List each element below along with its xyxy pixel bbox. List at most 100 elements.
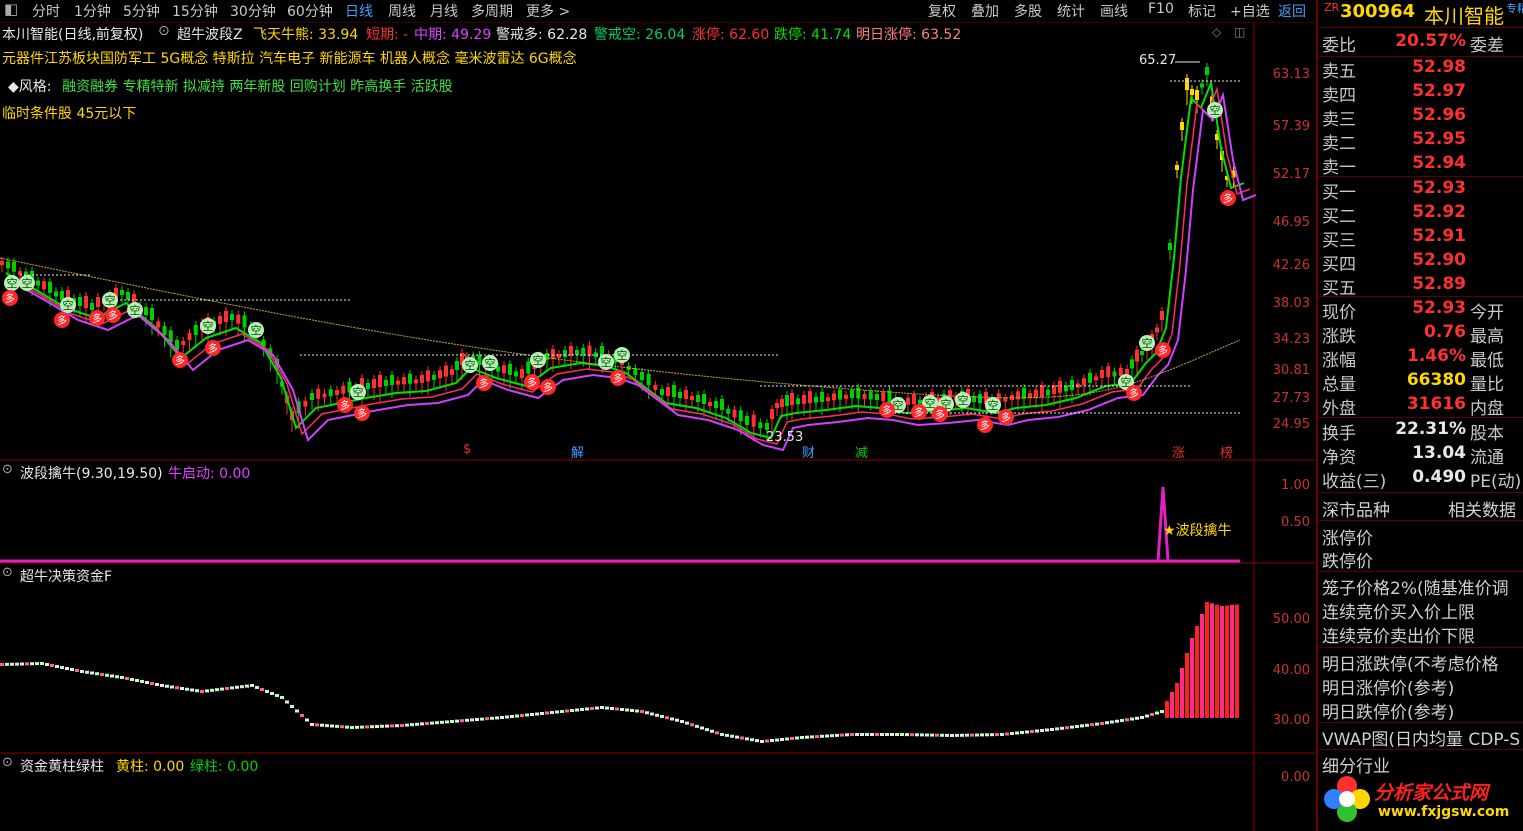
temp-condition: 临时条件股 45元以下 [2,106,137,122]
capital-bar [215,688,219,692]
tab-daily[interactable]: 日线 [345,1,373,21]
candle [646,374,651,385]
candle [1190,89,1194,95]
capital-bar [965,733,969,737]
overlay-button[interactable]: 叠加 [971,1,999,21]
event-mark[interactable]: 涨 [1172,442,1185,461]
vwap-label[interactable]: VWAP图(日内均量 CDP-S [1322,725,1520,750]
capital-bar [340,725,344,729]
capital-bar [705,728,709,732]
row-value: 52.97 [1412,81,1466,101]
candle [875,394,879,400]
event-mark[interactable]: 解 [571,442,584,461]
kline-chart-area[interactable]: 空空空 空空空 空空空空空空空空空空空空空空空多多多多多多多多多多多多多多多多多多多… [0,22,1315,831]
f10-button[interactable]: F10 [1148,1,1174,17]
capital-bar [810,735,814,739]
capital-bar [940,733,944,737]
y-tick: 38.03 [1272,296,1310,311]
capital-bar [555,710,559,714]
y-tick: 30.81 [1272,363,1310,378]
tab-30min[interactable]: 30分钟 [230,1,276,21]
candle [508,363,512,375]
row-value: 52.93 [1412,178,1466,198]
candle [426,370,430,382]
panel-toggle-icon[interactable]: ⊙ [2,462,13,477]
event-mark[interactable]: 财 [802,442,815,461]
panel-toggle-icon[interactable]: ⊙ [2,565,13,580]
mark-button[interactable]: 标记 [1188,1,1216,21]
bid-row: 买四 52.90 [1322,250,1522,275]
row-value: 52.90 [1412,250,1466,270]
event-mark[interactable]: 减 [855,442,868,461]
duo-marker-text: 多 [92,312,102,325]
candle [1040,385,1044,397]
tab-intraday[interactable]: 分时 [32,1,60,21]
back-button[interactable]: 返回 [1278,1,1306,21]
row-value: 52.92 [1412,202,1466,222]
diamond-icon[interactable]: ◇ [1212,25,1221,39]
capital-bar [880,733,884,736]
duo-marker-text: 多 [1129,387,1139,400]
ask-row: 卖二 52.95 [1322,129,1522,154]
panel-toggle-icon[interactable]: ⊙ [2,755,13,770]
candle [1088,372,1092,383]
event-mark[interactable]: $ [463,442,471,457]
row-value: 66380 [1406,370,1466,390]
duo-marker-text: 多 [1158,344,1168,357]
add-watchlist-button[interactable]: +自选 [1230,1,1270,21]
star-icon: ★ [1163,523,1176,539]
capital-bar [565,709,569,713]
capital-bar [655,713,659,717]
tab-60min[interactable]: 60分钟 [287,1,333,21]
toggle-panel-icon[interactable]: ◧ [4,0,18,18]
limit-up-price: 涨停价 [1322,529,1373,549]
capital-bar [1085,723,1089,727]
row-value: 31616 [1406,394,1466,414]
capital-bar [570,709,574,712]
indicator-name[interactable]: 超牛波段Z [177,24,243,44]
window-icon[interactable]: ◫ [1234,25,1245,39]
row-value: 52.96 [1412,105,1466,125]
candle [341,385,346,394]
capital-bar [150,682,154,685]
row-label: 买二 [1322,207,1356,227]
tab-1min[interactable]: 1分钟 [74,1,111,21]
bid-row: 买一 52.93 [1322,178,1522,203]
candle [48,281,52,293]
tab-15min[interactable]: 15分钟 [172,1,218,21]
capital-bar [85,670,89,674]
kong-marker-text: 空 [105,293,116,307]
related-data-tab[interactable]: 相关数据 [1448,496,1516,521]
kong-marker-text: 空 [1210,103,1221,117]
y-tick: 40.00 [1272,663,1310,678]
tab-monthly[interactable]: 月线 [430,1,458,21]
candle [765,423,769,430]
capital-bar [830,734,834,738]
tab-multi-period[interactable]: 多周期 [471,1,513,21]
panel4-name[interactable]: 资金黄柱绿柱 [20,756,104,776]
panel3-name[interactable]: 超牛决策资金F [20,566,112,586]
adjust-button[interactable]: 复权 [928,1,956,21]
capital-bar [525,713,529,717]
panel2-name[interactable]: 波段擒牛(9.30,19.50) [20,463,163,483]
capital-bar [640,710,644,713]
candle [450,369,454,375]
multi-stock-button[interactable]: 多股 [1014,1,1042,21]
capital-bar [65,667,69,670]
f6: 涨停: 62.60 [692,27,770,43]
capital-bar [45,663,49,666]
candle [162,326,167,335]
row-label: 外盘 [1322,399,1356,419]
row-label: 买五 [1322,279,1356,299]
stats-button[interactable]: 统计 [1057,1,1085,21]
event-mark[interactable]: 榜 [1220,442,1233,461]
tab-more[interactable]: 更多 > [526,1,570,21]
capital-bar [210,688,214,692]
draw-button[interactable]: 画线 [1100,1,1128,21]
capital-bar [485,717,489,721]
candle [720,399,724,410]
indicator-dropdown-icon[interactable]: ⊙ [158,23,170,39]
capital-bar [1040,729,1044,732]
tab-5min[interactable]: 5分钟 [123,1,160,21]
tab-weekly[interactable]: 周线 [388,1,416,21]
